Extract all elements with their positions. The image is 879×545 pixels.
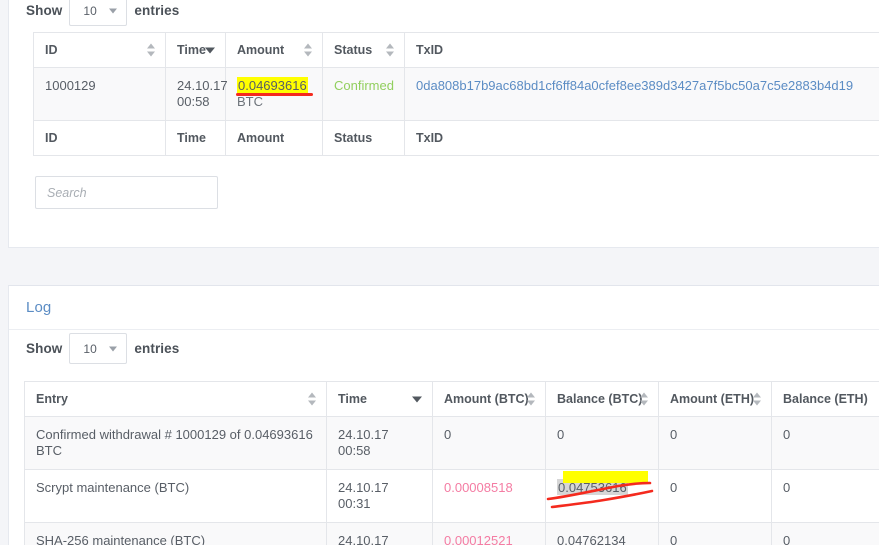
cell-log-time: 24.10.17 00:31 bbox=[326, 469, 433, 523]
column-header-entry-label: Entry bbox=[36, 392, 68, 406]
column-header-log-time[interactable]: Time bbox=[326, 381, 433, 417]
withdrawals-footer-row: ID Time Amount Status TxID bbox=[33, 120, 879, 156]
column-header-amount-eth-label: Amount (ETH) bbox=[670, 392, 755, 406]
footer-column-txid: TxID bbox=[404, 120, 879, 156]
column-header-status-label: Status bbox=[334, 43, 373, 57]
search-input[interactable] bbox=[35, 176, 218, 209]
withdrawals-length-menu: Show 10 entries bbox=[9, 0, 879, 29]
sort-both-icon[interactable] bbox=[147, 43, 156, 57]
column-header-txid-label: TxID bbox=[416, 43, 444, 57]
column-header-amount-btc-label: Amount (BTC) bbox=[444, 392, 529, 406]
log-header-row: Entry Time Amount (BTC) Balance (BTC) Am… bbox=[24, 381, 879, 417]
cell-entry: SHA-256 maintenance (BTC) bbox=[24, 522, 327, 545]
withdrawals-header-row: ID Time Amount Status TxID bbox=[33, 32, 879, 68]
column-header-time-label: Time bbox=[177, 43, 206, 57]
table-row[interactable]: 1000129 24.10.17 00:58 0.04693616 BTC Co… bbox=[33, 67, 879, 121]
withdrawals-table: ID Time Amount Status TxID 1000129 24.10… bbox=[33, 32, 879, 156]
column-header-log-time-label: Time bbox=[338, 392, 367, 406]
column-header-balance-btc[interactable]: Balance (BTC) bbox=[545, 381, 659, 417]
length-menu-suffix-label: entries bbox=[134, 3, 180, 18]
footer-column-amount: Amount bbox=[225, 120, 323, 156]
sort-both-icon[interactable] bbox=[753, 392, 762, 406]
txid-link[interactable]: 0da808b17b9ac68bd1cf6ff84a0cfef8ee389d34… bbox=[416, 78, 853, 93]
column-header-amount-label: Amount bbox=[237, 43, 285, 57]
column-header-amount-btc[interactable]: Amount (BTC) bbox=[432, 381, 546, 417]
cell-id: 1000129 bbox=[33, 67, 166, 121]
cell-balance-eth: 0 bbox=[771, 469, 879, 523]
cell-entry: Scrypt maintenance (BTC) bbox=[24, 469, 327, 523]
withdrawals-entries-value: 10 bbox=[83, 3, 97, 18]
cell-balance-eth: 0 bbox=[771, 416, 879, 470]
cell-amount-btc: 0 bbox=[432, 416, 546, 470]
log-length-menu: Show 10 entries bbox=[9, 330, 879, 367]
length-menu-prefix-label: Show bbox=[26, 3, 63, 18]
sort-both-icon[interactable] bbox=[304, 43, 313, 57]
withdrawals-entries-select[interactable]: 10 bbox=[69, 0, 128, 26]
column-header-balance-btc-label: Balance (BTC) bbox=[557, 392, 643, 406]
column-header-id-label: ID bbox=[45, 43, 58, 57]
log-table: Entry Time Amount (BTC) Balance (BTC) Am… bbox=[24, 381, 879, 545]
highlighter-stroke-annotation bbox=[563, 471, 648, 483]
column-header-balance-eth-label: Balance (ETH) bbox=[783, 392, 868, 406]
footer-column-id: ID bbox=[33, 120, 166, 156]
log-panel-header: Log bbox=[9, 286, 879, 330]
pen-underline-annotation bbox=[236, 93, 313, 96]
chevron-down-icon bbox=[109, 8, 118, 13]
column-header-entry[interactable]: Entry bbox=[24, 381, 327, 417]
column-header-time[interactable]: Time bbox=[165, 32, 226, 68]
cell-amount-eth: 0 bbox=[658, 416, 772, 470]
sort-desc-icon[interactable] bbox=[205, 44, 216, 57]
highlighted-amount: 0.04693616 bbox=[237, 77, 308, 93]
log-title: Log bbox=[26, 299, 52, 316]
status-badge: Confirmed bbox=[334, 78, 394, 93]
cell-amount-eth: 0 bbox=[658, 469, 772, 523]
footer-column-time: Time bbox=[165, 120, 226, 156]
column-header-id[interactable]: ID bbox=[33, 32, 166, 68]
page-root: Show 10 entries ID Time Amount Status Tx… bbox=[0, 0, 879, 545]
table-row[interactable]: Confirmed withdrawal # 1000129 of 0.0469… bbox=[24, 416, 879, 470]
sort-desc-icon[interactable] bbox=[412, 393, 423, 406]
cell-txid: 0da808b17b9ac68bd1cf6ff84a0cfef8ee389d34… bbox=[404, 67, 879, 121]
cell-amount-btc: 0.00008518 bbox=[432, 469, 546, 523]
column-header-balance-eth[interactable]: Balance (ETH) bbox=[771, 381, 879, 417]
log-length-menu-suffix-label: entries bbox=[134, 341, 180, 356]
column-header-status[interactable]: Status bbox=[322, 32, 405, 68]
sort-both-icon[interactable] bbox=[308, 392, 317, 406]
withdrawals-panel: Show 10 entries ID Time Amount Status Tx… bbox=[8, 0, 879, 248]
cell-log-time: 24.10.17 00:58 bbox=[326, 416, 433, 470]
cell-amount-unit: BTC bbox=[237, 94, 263, 109]
log-length-menu-prefix-label: Show bbox=[26, 341, 63, 356]
chevron-down-icon bbox=[109, 346, 118, 351]
cell-amount-btc: 0.00012521 bbox=[432, 522, 546, 545]
cell-balance-btc: 0.04762134 bbox=[545, 522, 659, 545]
table-row[interactable]: SHA-256 maintenance (BTC) 24.10.17 00:31… bbox=[24, 522, 879, 545]
table-row[interactable]: Scrypt maintenance (BTC) 24.10.17 00:31 … bbox=[24, 469, 879, 523]
cell-balance-eth: 0 bbox=[771, 522, 879, 545]
cell-entry: Confirmed withdrawal # 1000129 of 0.0469… bbox=[24, 416, 327, 470]
footer-column-status: Status bbox=[322, 120, 405, 156]
column-header-txid[interactable]: TxID bbox=[404, 32, 879, 68]
cell-amount-eth: 0 bbox=[658, 522, 772, 545]
sort-both-icon[interactable] bbox=[527, 392, 536, 406]
cell-balance-btc: 0 bbox=[545, 416, 659, 470]
withdrawals-search-wrap bbox=[35, 176, 218, 209]
column-header-amount-eth[interactable]: Amount (ETH) bbox=[658, 381, 772, 417]
log-entries-select[interactable]: 10 bbox=[69, 333, 128, 364]
cell-log-time: 24.10.17 00:31 bbox=[326, 522, 433, 545]
sort-both-icon[interactable] bbox=[386, 43, 395, 57]
column-header-amount[interactable]: Amount bbox=[225, 32, 323, 68]
cell-time: 24.10.17 00:58 bbox=[165, 67, 228, 121]
sort-both-icon[interactable] bbox=[640, 392, 649, 406]
cell-status: Confirmed bbox=[322, 67, 405, 121]
log-entries-value: 10 bbox=[83, 341, 97, 356]
